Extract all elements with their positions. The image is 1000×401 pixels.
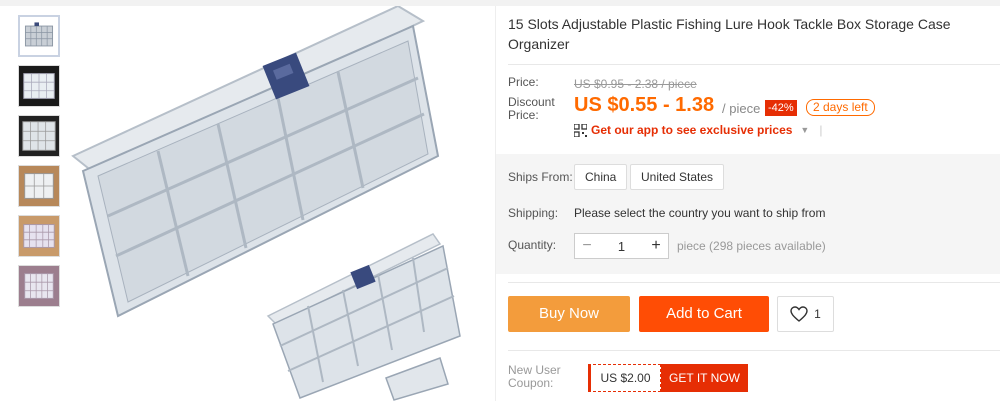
main-product-image[interactable] [68, 4, 468, 401]
heart-icon [790, 306, 808, 322]
time-left-badge: 2 days left [806, 99, 875, 116]
chevron-down-icon: ▼ [800, 125, 810, 135]
add-to-cart-button[interactable]: Add to Cart [639, 296, 769, 332]
thumbnail-2[interactable] [18, 65, 60, 107]
coupon-label: New User Coupon: [508, 364, 561, 390]
actions-divider [508, 282, 1000, 283]
qr-code-icon [574, 123, 587, 137]
thumbnail-3[interactable] [18, 115, 60, 157]
quantity-input[interactable]: 1 [599, 239, 644, 254]
tackle-box-thumbnail-image [19, 216, 59, 256]
separator: | [819, 123, 823, 137]
thumbnail-1[interactable] [18, 15, 60, 57]
thumbnail-6[interactable] [18, 265, 60, 307]
tackle-box-thumbnail-image [19, 166, 59, 206]
thumbnail-5[interactable] [18, 215, 60, 257]
quantity-stepper: − 1 + [574, 233, 669, 259]
shipping-label: Shipping: [508, 206, 559, 220]
price-label: Price: [508, 75, 539, 89]
shipping-text: Please select the country you want to sh… [574, 206, 826, 220]
discount-percent-badge: -42% [765, 100, 797, 116]
price-unit: / piece [722, 101, 761, 116]
tackle-box-thumbnail-image [20, 17, 58, 55]
quantity-increase-button[interactable]: + [644, 237, 668, 255]
original-price: US $0.95 - 2.38 / piece [574, 77, 697, 91]
title-divider [508, 64, 1000, 65]
thumbnail-4[interactable] [18, 165, 60, 207]
ships-from-label: Ships From: [508, 170, 573, 184]
ships-from-option-china[interactable]: China [574, 164, 628, 190]
thumbnail-list [18, 15, 62, 315]
quantity-availability: piece (298 pieces available) [677, 239, 826, 253]
tackle-box-thumbnail-image [19, 66, 59, 106]
coupon-label-line2: Coupon: [508, 376, 554, 390]
product-title: 15 Slots Adjustable Plastic Fishing Lure… [508, 16, 951, 52]
wishlist-button[interactable]: 1 [777, 296, 834, 332]
get-coupon-button[interactable]: GET IT NOW [661, 364, 748, 392]
tackle-box-thumbnail-image [19, 266, 59, 306]
discount-price-label-line2: Price: [508, 108, 539, 122]
app-promo-link[interactable]: Get our app to see exclusive prices ▼ | [574, 123, 822, 137]
buy-now-button[interactable]: Buy Now [508, 296, 630, 332]
tackle-box-thumbnail-image [19, 116, 59, 156]
app-promo-text: Get our app to see exclusive prices [591, 123, 793, 137]
coupon-divider [508, 350, 1000, 351]
ships-from-option-united-states[interactable]: United States [630, 164, 725, 190]
product-page: 15 Slots Adjustable Plastic Fishing Lure… [0, 4, 1000, 401]
new-user-coupon[interactable]: US $2.00 GET IT NOW [588, 364, 748, 392]
wishlist-count: 1 [814, 307, 821, 321]
product-info-panel: 15 Slots Adjustable Plastic Fishing Lure… [495, 6, 1000, 401]
coupon-amount: US $2.00 [588, 364, 661, 392]
discount-price: US $0.55 - 1.38 [574, 94, 715, 116]
quantity-label: Quantity: [508, 238, 557, 252]
quantity-decrease-button[interactable]: − [575, 237, 599, 255]
